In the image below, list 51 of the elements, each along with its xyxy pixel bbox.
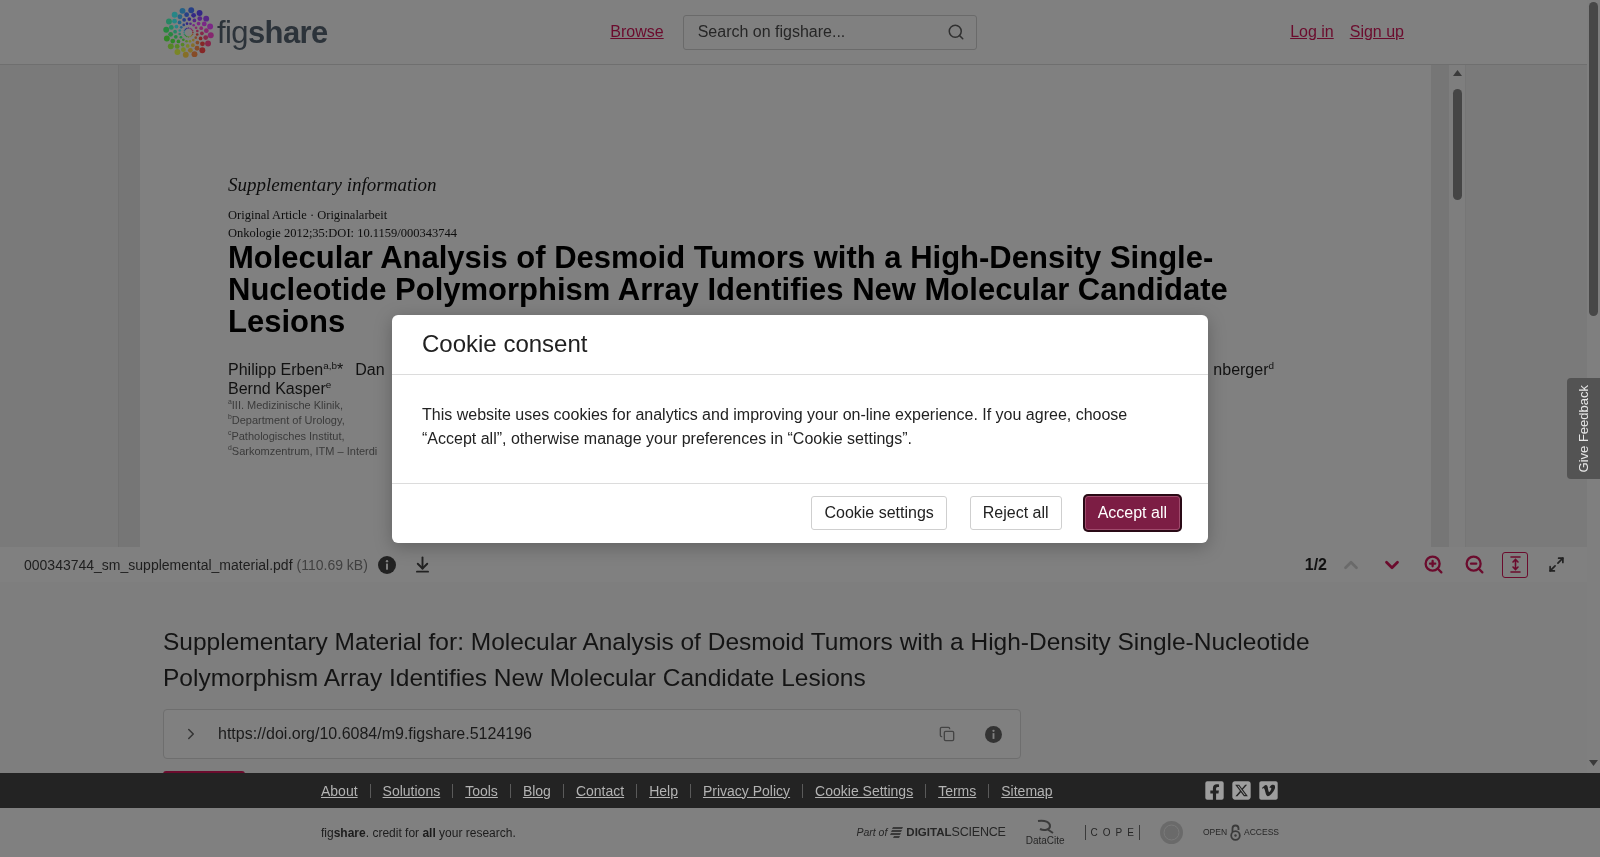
fit-height-button[interactable] bbox=[1502, 551, 1528, 578]
logo-text: COPE bbox=[1084, 825, 1140, 840]
file-size: (110.69 kB) bbox=[296, 556, 368, 573]
footer-link[interactable]: Privacy Policy bbox=[702, 782, 791, 799]
author-name: Dan bbox=[355, 360, 385, 379]
search-field[interactable]: Search on figshare... bbox=[682, 14, 977, 50]
footer-link[interactable]: Contact bbox=[575, 782, 625, 799]
footer-link[interactable]: Tools bbox=[465, 782, 498, 799]
section-label: Supplementary information bbox=[228, 174, 437, 196]
logo-dots-icon[interactable] bbox=[163, 6, 214, 58]
logo-text: Part of bbox=[856, 826, 888, 839]
copy-icon[interactable] bbox=[939, 726, 955, 742]
author-name: Philipp Erben$^{a,b}$* bbox=[228, 360, 344, 379]
scroll-down-arrow-icon bbox=[1589, 760, 1598, 766]
open-lock-icon bbox=[1230, 824, 1242, 841]
footer-link[interactable]: About bbox=[321, 782, 358, 799]
page-indicator: 1/2 bbox=[1304, 555, 1327, 574]
search-icon[interactable] bbox=[946, 22, 965, 41]
scroll-up-arrow-icon bbox=[1452, 70, 1462, 76]
fullscreen-icon[interactable] bbox=[1547, 556, 1565, 573]
author-name: Bernd Kasper$^{e}$ bbox=[228, 379, 332, 398]
dialog-button[interactable]: Accept all bbox=[1084, 496, 1180, 530]
article-type: Original Article · Originalarbeit bbox=[228, 207, 388, 224]
file-name: 000343744_sm_supplemental_material.pdf bbox=[24, 556, 293, 573]
facebook-icon[interactable] bbox=[1204, 780, 1225, 801]
info-icon[interactable] bbox=[985, 725, 1002, 743]
footer-link[interactable]: Terms bbox=[938, 782, 977, 799]
fit-height-icon[interactable] bbox=[1509, 556, 1521, 573]
footer-link[interactable]: Blog bbox=[522, 782, 551, 799]
vimeo-icon[interactable] bbox=[1258, 780, 1279, 801]
info-icon[interactable] bbox=[377, 555, 396, 574]
logo-text: DataCite bbox=[1025, 835, 1065, 846]
feedback-tab[interactable]: Give Feedback bbox=[1567, 378, 1600, 479]
footer-link[interactable]: Sitemap bbox=[1001, 782, 1053, 799]
curl-mark-icon bbox=[1035, 819, 1056, 834]
dialog-message: This website uses cookies for analytics and improving your on-line experience. If you agree, choose “Accept all”, otherwise manage your preferences in “Cookie settings”. bbox=[422, 404, 1129, 449]
dialog-button[interactable]: Reject all bbox=[969, 496, 1062, 530]
footer-link[interactable]: Cookie Settings bbox=[815, 782, 914, 799]
author-name: nberger$^{d}$ bbox=[1213, 360, 1274, 379]
footer-link[interactable]: Help bbox=[649, 782, 678, 799]
logo-text: DIGITALSCIENCE bbox=[906, 825, 1006, 840]
x-logo-icon[interactable] bbox=[1231, 780, 1252, 801]
item-title: Supplementary Material for: Molecular Analysis of Desmoid Tumors with a High-Density Single-Nucleotide Polymorphism Array Identifies New Molecular Candidate Lesions bbox=[163, 627, 1311, 693]
citation-text: Onkologie 2012;35:DOI: 10.1159/000343744 bbox=[228, 224, 458, 242]
logo-text: OPEN bbox=[1202, 827, 1228, 838]
dialog-button[interactable]: Cookie settings bbox=[811, 496, 947, 530]
stripes-icon bbox=[890, 827, 904, 838]
logo-text: ACCESS bbox=[1244, 827, 1279, 838]
footer-link[interactable]: Solutions bbox=[382, 782, 441, 799]
doi-link[interactable]: https://doi.org/10.6084/m9.figshare.5124196 bbox=[218, 725, 532, 743]
tagline-text: figshare. credit for all your research. bbox=[321, 825, 516, 840]
